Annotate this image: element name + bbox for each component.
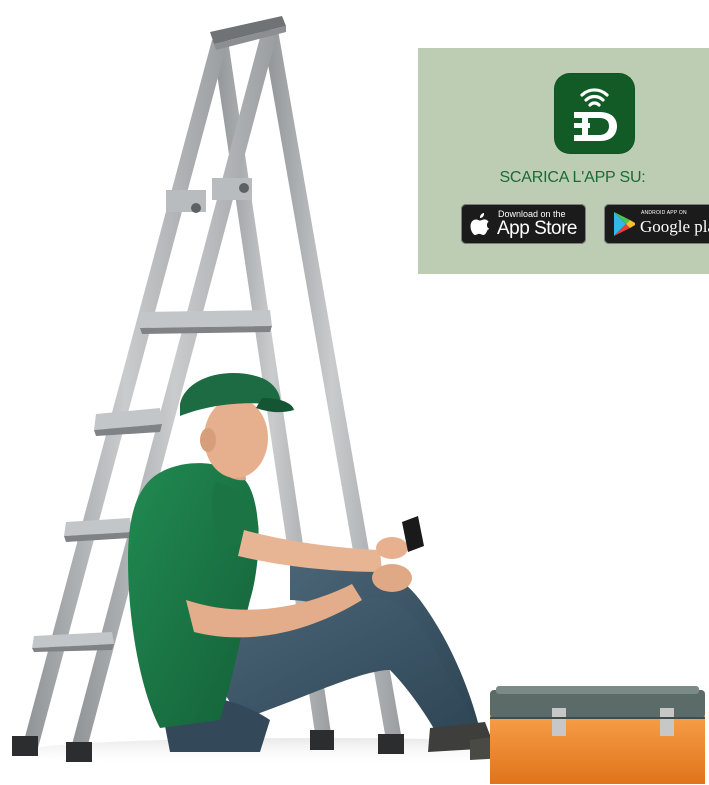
app-store-big-text: App Store: [497, 218, 578, 239]
app-promo-panel: SCARICA L'APP SU: Download on the App St…: [418, 48, 709, 274]
google-play-badge[interactable]: ANDROID APP ON Google play: [604, 204, 709, 244]
apple-icon: [470, 213, 490, 235]
toolbox: [490, 686, 705, 784]
google-play-triangle-icon: [614, 212, 635, 236]
d-wifi-app-icon[interactable]: [554, 73, 635, 154]
download-app-heading: SCARICA L'APP SU:: [499, 169, 646, 186]
google-play-small-text: ANDROID APP ON: [641, 210, 687, 216]
google-play-big-text: Google play: [640, 217, 709, 236]
app-store-badge[interactable]: Download on the App Store: [461, 204, 586, 244]
scene: SCARICA L'APP SU: Download on the App St…: [0, 0, 709, 785]
